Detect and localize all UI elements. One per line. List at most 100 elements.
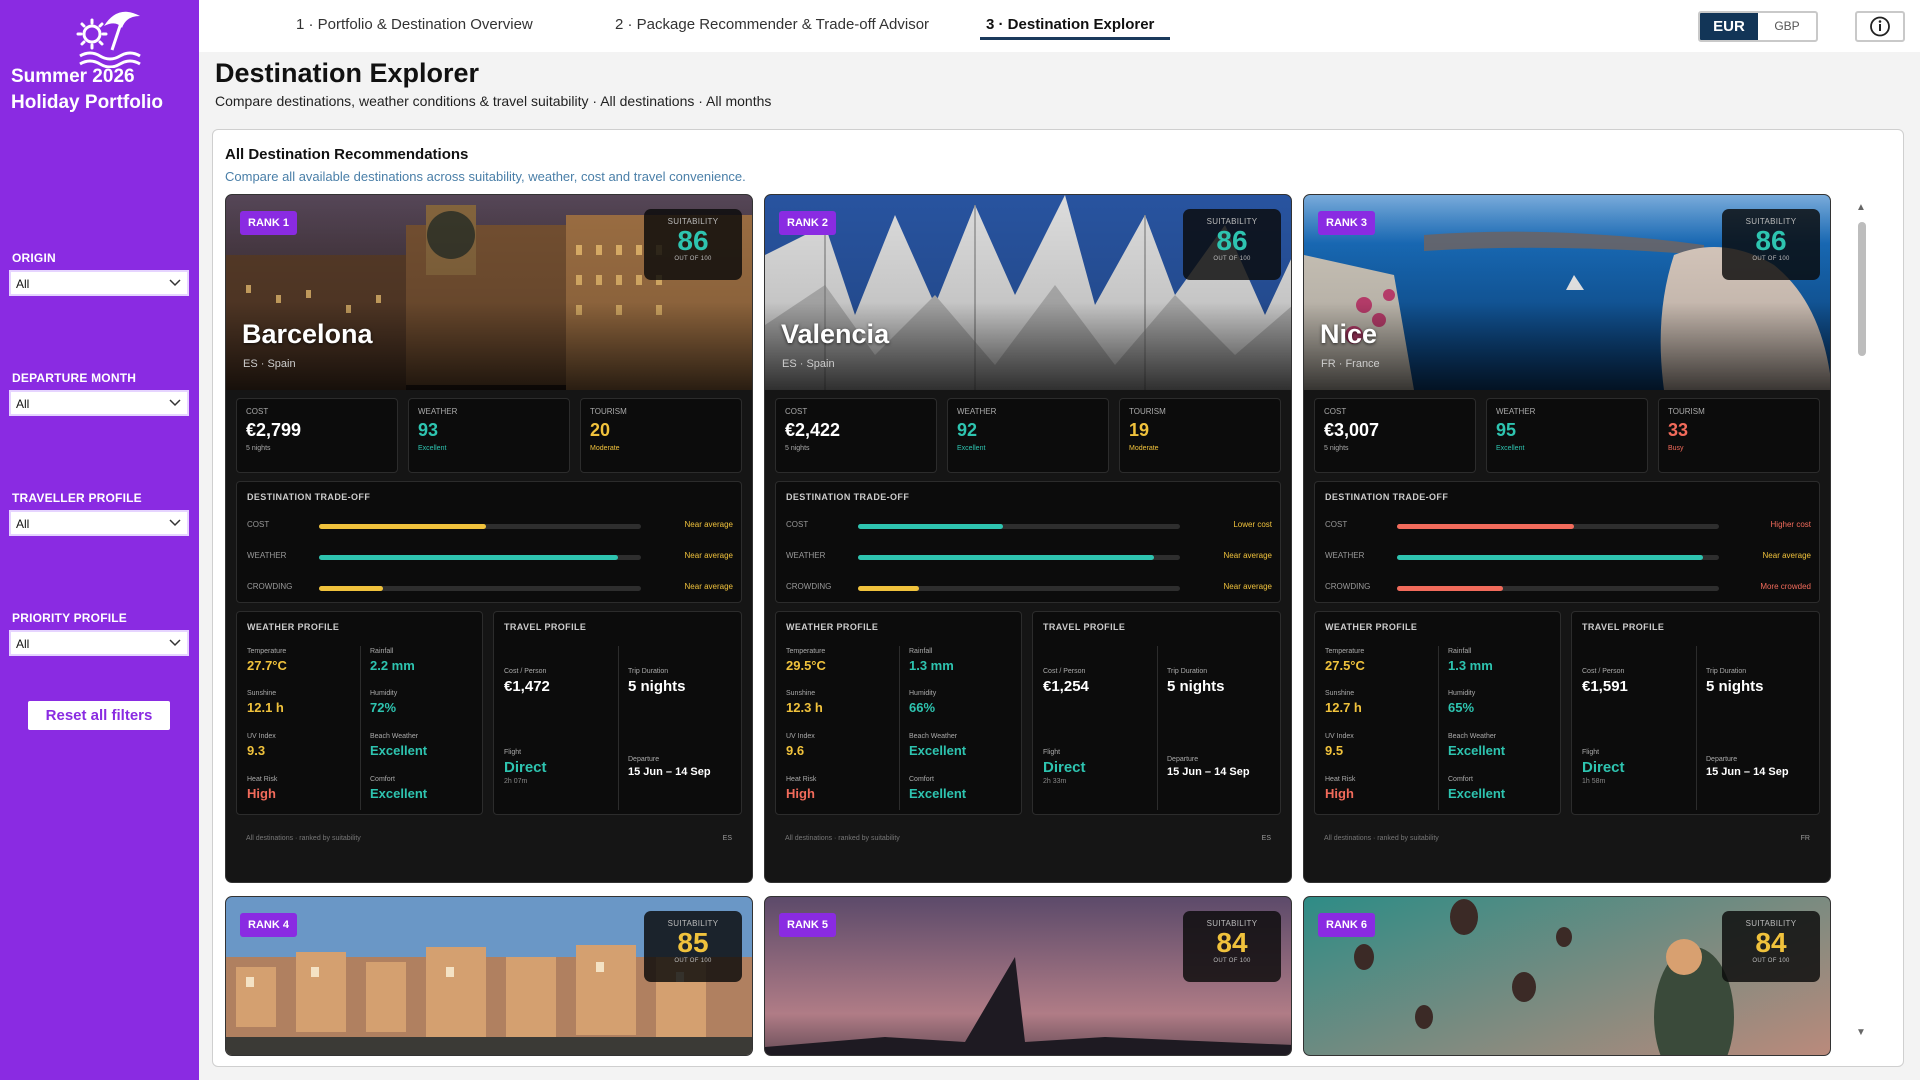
beach-weather-value: Excellent	[370, 743, 428, 758]
tourism-kpi-label: TOURISM	[1129, 407, 1166, 416]
out-of-label: OUT OF 100	[1213, 958, 1251, 964]
tradeoff-row-weather: WEATHER Near average	[786, 551, 1272, 563]
destination-card[interactable]: RANK 5 SUITABILITY 84 OUT OF 100	[764, 896, 1292, 1056]
cost-kpi: COST €3,007 5 nights	[1314, 398, 1476, 473]
cost-kpi: COST €2,799 5 nights	[236, 398, 398, 473]
tourism-kpi-value: 19	[1129, 420, 1150, 440]
trip-duration-label: Trip Duration	[628, 668, 669, 675]
rank-badge: RANK 6	[1318, 913, 1375, 937]
destination-city: Nice	[1320, 319, 1378, 349]
beach-umbrella-logo-icon	[76, 11, 141, 68]
tourism-kpi: TOURISM 33 Busy	[1658, 398, 1820, 473]
tab-package-recommender[interactable]: 2 · Package Recommender & Trade-off Advi…	[615, 16, 929, 33]
weather-kpi: WEATHER 93 Excellent	[408, 398, 570, 473]
destination-tradeoff: DESTINATION TRADE-OFF COST Near average WEA…	[236, 481, 742, 603]
priority-profile-dropdown[interactable]: All	[9, 630, 189, 656]
chevron-down-icon	[169, 639, 181, 647]
destination-country: FR · France	[1321, 358, 1380, 370]
uv-index-metric: UV Index 9.3	[247, 733, 276, 758]
departure-label: Departure	[628, 756, 660, 763]
tourism-kpi: TOURISM 20 Moderate	[580, 398, 742, 473]
traveller-profile-label: TRAVELLER PROFILE	[12, 491, 142, 505]
divider	[1157, 646, 1158, 810]
cost-kpi-caption: 5 nights	[1324, 445, 1349, 452]
weather-kpi-caption: Excellent	[1496, 445, 1525, 452]
origin-dropdown[interactable]: All	[9, 270, 189, 296]
rainfall-metric: Rainfall 2.2 mm	[370, 648, 415, 673]
scrollbar-thumb[interactable]	[1858, 222, 1866, 356]
chevron-down-icon	[169, 519, 181, 527]
rainfall-value: 1.3 mm	[909, 658, 954, 673]
weather-kpi-value: 92	[957, 420, 978, 440]
departure-month-label: DEPARTURE MONTH	[12, 371, 137, 385]
rank-badge: RANK 4	[240, 913, 297, 937]
tab-destination-explorer[interactable]: 3 · Destination Explorer	[986, 16, 1154, 33]
scroll-down-arrow-icon[interactable]: ▼	[1856, 1027, 1866, 1038]
trip-duration-value: 5 nights	[1167, 678, 1225, 695]
tradeoff-bar	[858, 555, 1155, 560]
reset-filters-button[interactable]: Reset all filters	[28, 701, 170, 730]
suitability-score-box: SUITABILITY 85 OUT OF 100	[644, 911, 742, 982]
cost-person-value: €1,472	[504, 678, 550, 695]
weather-kpi-value: 93	[418, 420, 439, 440]
flight-value: Direct	[1043, 759, 1086, 776]
tradeoff-bar	[1397, 586, 1504, 591]
tradeoff-row-crowding: CROWDING More crowded	[1325, 582, 1811, 594]
destination-country: ES · Spain	[243, 358, 296, 370]
flight-time: 1h 58m	[1582, 778, 1606, 785]
page-subtitle: Compare destinations, weather conditions…	[215, 93, 772, 109]
tradeoff-note: Near average	[1223, 582, 1272, 591]
tradeoff-track	[319, 586, 641, 591]
tradeoff-bar	[1397, 555, 1703, 560]
destination-card[interactable]: RANK 4 SUITABILITY 85 OUT OF 100	[225, 896, 753, 1056]
country-code: ES	[722, 835, 732, 842]
traveller-profile-dropdown[interactable]: All	[9, 510, 189, 536]
heat-risk-value: High	[247, 786, 276, 801]
departure-value: 15 Jun – 14 Sep	[1706, 766, 1789, 778]
destination-tradeoff: DESTINATION TRADE-OFF COST Lower cost WEATH…	[775, 481, 1281, 603]
sunshine-label: Sunshine	[1325, 690, 1355, 697]
destination-card[interactable]: RANK 1 SUITABILITY 86 OUT OF 100 Barcelona ES…	[225, 194, 753, 883]
tradeoff-bar	[858, 586, 920, 591]
uv-index-value: 9.5	[1325, 743, 1344, 758]
flight-time: 2h 07m	[504, 778, 528, 785]
temperature-label: Temperature	[786, 648, 826, 655]
humidity-metric: Humidity 72%	[370, 690, 397, 715]
tradeoff-track	[858, 586, 1180, 591]
temperature-metric: Temperature 29.5°C	[786, 648, 826, 673]
flight-metric: Flight Direct 2h 07m	[504, 749, 547, 785]
divider	[618, 646, 619, 810]
destination-card[interactable]: RANK 6 SUITABILITY 84 OUT OF 100	[1303, 896, 1831, 1056]
tab-portfolio-overview[interactable]: 1 · Portfolio & Destination Overview	[296, 16, 533, 33]
tradeoff-bar	[319, 555, 619, 560]
departure-value: 15 Jun – 14 Sep	[628, 766, 711, 778]
humidity-value: 72%	[370, 700, 397, 715]
weather-kpi-value: 95	[1496, 420, 1517, 440]
tradeoff-track	[858, 555, 1180, 560]
currency-gbp-button[interactable]: GBP	[1758, 13, 1816, 40]
tradeoff-label: WEATHER	[247, 551, 287, 560]
cost-person-label: Cost / Person	[1043, 668, 1086, 675]
priority-profile-label: PRIORITY PROFILE	[12, 611, 127, 625]
destination-country: ES · Spain	[782, 358, 835, 370]
scroll-up-arrow-icon[interactable]: ▲	[1856, 202, 1866, 213]
tourism-kpi: TOURISM 19 Moderate	[1119, 398, 1281, 473]
destination-card[interactable]: RANK 2 SUITABILITY 86 OUT OF 100 Valencia ES …	[764, 194, 1292, 883]
departure-month-dropdown[interactable]: All	[9, 390, 189, 416]
tourism-kpi-label: TOURISM	[1668, 407, 1705, 416]
departure-month-value: All	[16, 397, 30, 411]
rank-badge: RANK 2	[779, 211, 836, 235]
tradeoff-track	[319, 524, 641, 529]
suitability-score-box: SUITABILITY 86 OUT OF 100	[1183, 209, 1281, 280]
travel-profile: TRAVEL PROFILE Cost / Person €1,591 Trip Du…	[1571, 611, 1820, 815]
beach-weather-label: Beach Weather	[1448, 733, 1497, 740]
scrollbar[interactable]: ▲ ▼	[1856, 202, 1868, 1042]
info-button[interactable]	[1855, 11, 1905, 42]
tradeoff-track	[319, 555, 641, 560]
beach-weather-metric: Beach Weather Excellent	[1448, 733, 1505, 758]
suitability-score-box: SUITABILITY 86 OUT OF 100	[1722, 209, 1820, 280]
destination-card[interactable]: RANK 3 SUITABILITY 86 OUT OF 100 Nice FR · Fr…	[1303, 194, 1831, 883]
recommendations-panel: All Destination Recommendations Compare …	[212, 129, 1904, 1067]
beach-weather-metric: Beach Weather Excellent	[909, 733, 966, 758]
currency-eur-button[interactable]: EUR	[1700, 13, 1758, 40]
